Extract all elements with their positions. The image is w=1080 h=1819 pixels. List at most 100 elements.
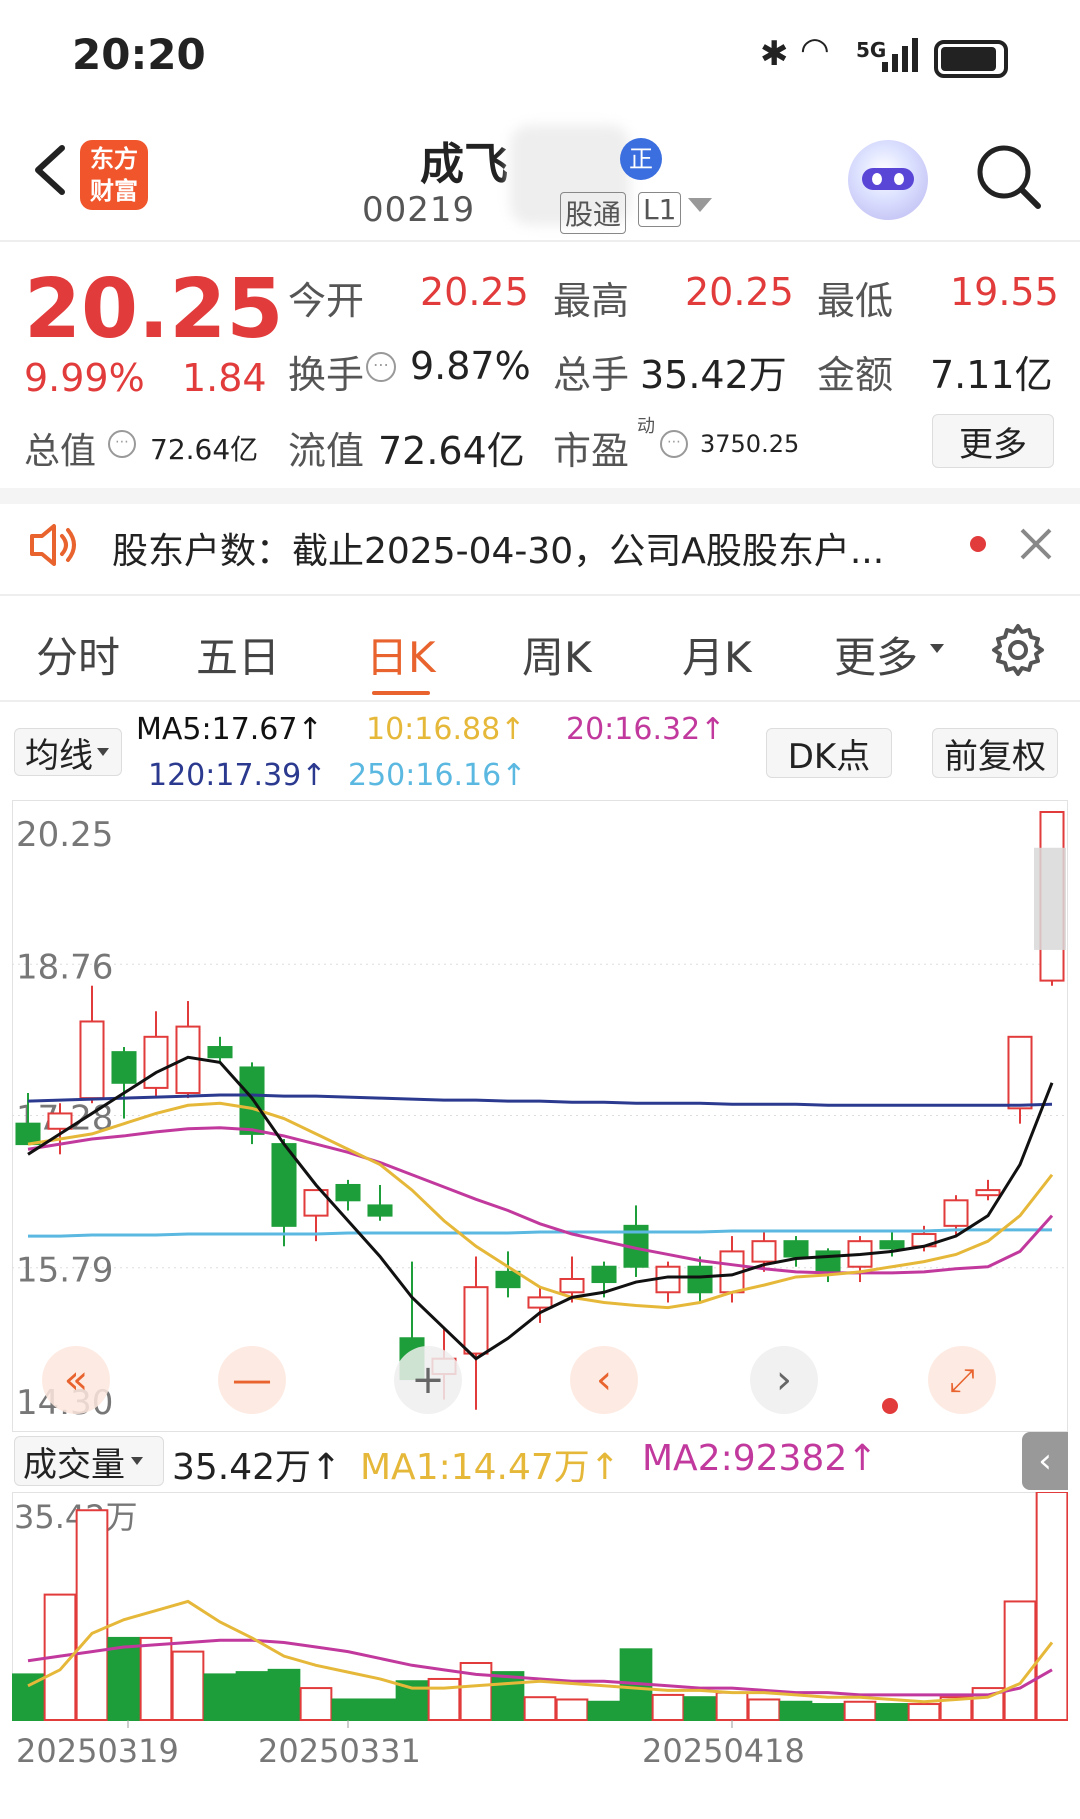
signal-icon (882, 36, 918, 72)
status-time: 20:20 (72, 30, 206, 79)
candle-body (79, 1020, 105, 1100)
candle-body (783, 1240, 809, 1258)
stock-connect-tag: 股通 (560, 192, 627, 234)
candle-body (335, 1183, 361, 1202)
settings-icon[interactable] (990, 622, 1046, 678)
tab-monthly-k[interactable]: 月K (682, 624, 752, 685)
volume-bar (491, 1671, 525, 1721)
forward-adjust-button[interactable]: 前复权 (932, 728, 1058, 778)
volume-bar (1035, 1492, 1068, 1721)
chevron-down-icon[interactable] (688, 198, 712, 212)
speaker-icon (28, 520, 84, 570)
volume-bar (235, 1671, 269, 1721)
high-label: 最高 (553, 279, 630, 323)
crosshair-button[interactable]: + (394, 1346, 462, 1414)
volume-bar (523, 1696, 557, 1721)
tab-weekly-k[interactable]: 周K (522, 624, 592, 685)
amount-label: 金额 (817, 353, 894, 397)
tab-five-day[interactable]: 五日 (196, 624, 280, 685)
volume-selector[interactable]: 成交量 (14, 1436, 164, 1486)
section-divider (0, 700, 1080, 702)
candle-body (143, 1035, 169, 1089)
volume-bar (427, 1677, 461, 1722)
volume-label: 总手 (553, 353, 630, 397)
tab-intraday[interactable]: 分时 (36, 624, 120, 685)
scroll-left-button[interactable]: ‹ (570, 1346, 638, 1414)
candle-body (687, 1265, 713, 1294)
volume-ma1: MA1:14.47万↑ (360, 1447, 620, 1488)
turnover-value: 9.87% (410, 344, 531, 388)
app-logo-text: 东方财富 (90, 145, 138, 205)
candle-body (207, 1046, 233, 1059)
current-price: 20.25 (24, 262, 284, 357)
notice-text[interactable]: 股东户数：截止2025-04-30，公司A股股东户... (112, 522, 932, 574)
info-icon[interactable]: ⋯ (660, 430, 688, 458)
volume-chart[interactable]: 35.42万202503192025033120250418 (12, 1492, 1068, 1764)
candle-body (527, 1296, 553, 1309)
ma120-value: 120:17.39↑ (148, 758, 327, 793)
app-logo[interactable]: 东方财富 (80, 140, 148, 210)
volume-bar (875, 1703, 909, 1721)
scroll-left-fast-button[interactable]: « (42, 1346, 110, 1414)
candle-body (943, 1199, 969, 1227)
candle-body (47, 1112, 73, 1130)
float-mv-label: 流值 (288, 429, 365, 473)
level-tag: L1 (638, 192, 682, 227)
y-tick-label: 18.76 (16, 947, 113, 987)
amount-value: 7.11亿 (930, 353, 1053, 397)
candle-body (15, 1122, 41, 1146)
section-divider (0, 488, 1080, 504)
tab-more[interactable]: 更多 (834, 624, 918, 685)
search-icon[interactable] (972, 140, 1044, 212)
y-tick-label: 15.79 (16, 1251, 113, 1291)
caret-down-icon (97, 748, 109, 756)
close-icon[interactable] (1016, 524, 1056, 564)
volume-current: 35.42万↑ (172, 1447, 342, 1488)
ma250-line (28, 1228, 1052, 1238)
stock-name: 成飞 (420, 139, 508, 190)
info-icon[interactable]: ⋯ (108, 430, 136, 458)
marker-dot (882, 1398, 898, 1414)
volume-bar (843, 1700, 877, 1721)
price-range-highlight (1034, 847, 1066, 950)
high-value: 20.25 (685, 270, 794, 314)
pe-superscript: 动 (637, 416, 655, 437)
candle-body (111, 1051, 137, 1084)
volume-bar (747, 1698, 781, 1721)
ma5-value: MA5:17.67↑ (136, 712, 323, 747)
candlestick-chart[interactable]: 20.2518.7617.2815.7914.30 (12, 800, 1068, 1432)
battery-icon (934, 40, 1008, 78)
bluetooth-icon: ✱ (760, 34, 789, 74)
candle-body (367, 1204, 393, 1217)
volume-bar (331, 1698, 365, 1721)
volume-bar (363, 1698, 397, 1721)
low-value: 19.55 (950, 270, 1059, 314)
ma10-line (27, 1101, 1054, 1310)
volume-bar (811, 1703, 845, 1721)
volume-bar (171, 1650, 205, 1722)
candle-body (559, 1277, 585, 1294)
zoom-out-button[interactable]: — (218, 1346, 286, 1414)
verified-badge: 正 (620, 138, 662, 180)
dk-point-button[interactable]: DK点 (766, 728, 892, 778)
back-icon[interactable] (20, 130, 80, 210)
volume-bar (555, 1698, 589, 1721)
more-quote-button[interactable]: 更多 (932, 414, 1054, 468)
open-label: 今开 (288, 279, 365, 323)
volume-bar (139, 1636, 173, 1721)
scroll-right-button[interactable]: › (750, 1346, 818, 1414)
info-icon[interactable]: ⋯ (366, 352, 396, 382)
fullscreen-button[interactable]: ⤢ (928, 1346, 996, 1414)
assistant-avatar[interactable] (848, 140, 928, 220)
volume-bar (779, 1700, 813, 1721)
candle-body (463, 1286, 489, 1355)
total-mv-value: 72.64亿 (150, 433, 259, 466)
section-divider (0, 594, 1080, 596)
tab-daily-k[interactable]: 日K (366, 624, 436, 695)
volume-ma2: MA2:92382↑ (642, 1438, 878, 1479)
unread-dot (970, 536, 986, 552)
collapse-panel-button[interactable]: ‹ (1022, 1432, 1068, 1490)
ma-selector[interactable]: 均线 (14, 728, 122, 776)
y-tick-label: 20.25 (16, 815, 113, 855)
volume-bar (907, 1703, 941, 1721)
